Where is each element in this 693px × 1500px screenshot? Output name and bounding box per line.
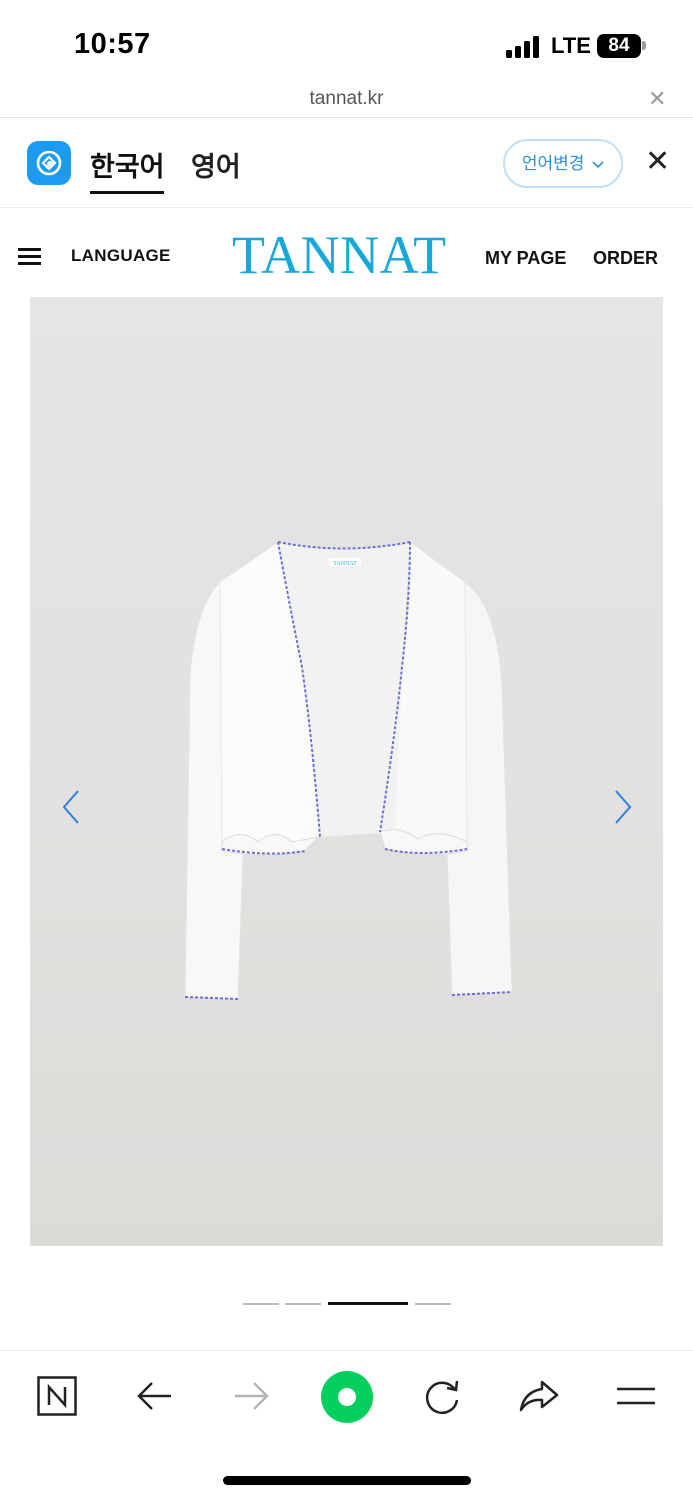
chevron-down-icon [592,160,604,168]
previous-slide-icon[interactable] [60,789,82,825]
garment-label: TANNAT [333,561,357,567]
cardigan-illustration: TANNAT [184,541,513,1000]
url-text[interactable]: tannat.kr [0,88,693,110]
pagination-dot[interactable] [415,1303,451,1305]
close-translate-icon[interactable]: ✕ [645,147,670,177]
tab-english[interactable]: 영어 [191,145,241,184]
signal-icon [506,36,542,58]
back-arrow-icon[interactable] [136,1376,174,1416]
product-image[interactable]: TANNAT [30,297,663,1246]
hamburger-menu-icon[interactable] [18,248,41,266]
papago-icon[interactable] [27,141,71,185]
status-time: 10:57 [74,28,151,60]
my-page-link[interactable]: MY PAGE [485,248,566,269]
site-logo[interactable]: TANNAT [232,228,447,282]
browser-toolbar [0,1350,693,1440]
url-close-icon[interactable]: ✕ [648,86,666,112]
refresh-icon[interactable] [422,1376,462,1416]
tab-korean[interactable]: 한국어 [90,145,165,184]
url-bar[interactable]: tannat.kr ✕ [0,80,693,118]
pagination-dot-active[interactable] [328,1302,408,1305]
battery-icon: 84 [597,34,641,58]
forward-arrow-icon [235,1382,269,1410]
site-header: LANGUAGE TANNAT MY PAGE ORDER [0,208,693,298]
change-language-button[interactable]: 언어변경 [503,139,623,188]
network-type: LTE [551,33,591,58]
order-link[interactable]: ORDER [593,248,658,269]
language-link[interactable]: LANGUAGE [71,246,171,266]
home-indicator [223,1476,471,1485]
slide-pagination [0,1302,693,1306]
pagination-dot[interactable] [285,1303,321,1305]
share-icon[interactable] [518,1376,560,1416]
change-language-label: 언어변경 [521,154,585,173]
battery-nub [642,41,646,50]
next-slide-icon[interactable] [612,789,634,825]
active-tab-underline [90,191,164,194]
naver-home-icon[interactable] [37,1376,77,1416]
translate-bar: 한국어 영어 언어변경 ✕ [0,119,693,208]
menu-icon[interactable] [616,1376,656,1416]
pagination-dot[interactable] [243,1303,279,1305]
status-bar: 10:57 LTE 84 [0,0,693,80]
green-dot-icon[interactable] [320,1370,374,1424]
